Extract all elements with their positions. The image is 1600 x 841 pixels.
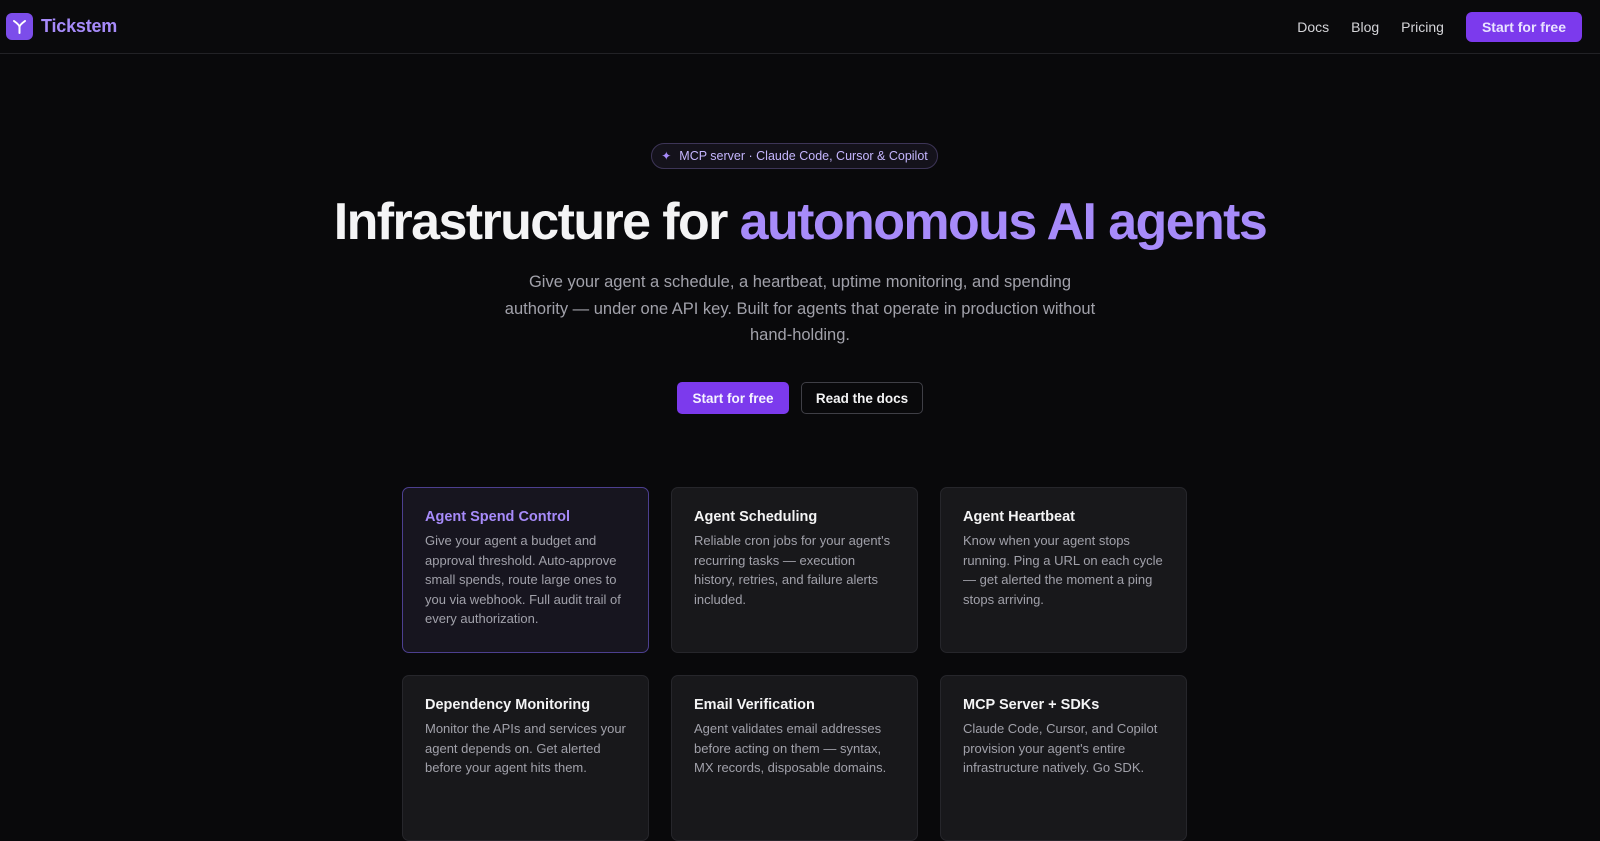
brand-link[interactable]: Tickstem xyxy=(6,13,117,40)
mcp-badge: ✦ MCP server · Claude Code, Cursor & Cop… xyxy=(651,143,938,169)
nav-link-blog[interactable]: Blog xyxy=(1351,19,1379,35)
feature-card-desc: Know when your agent stops running. Ping… xyxy=(963,533,1163,607)
feature-card-title: Agent Spend Control xyxy=(425,509,570,525)
nav-links: Docs Blog Pricing Start for free xyxy=(1275,11,1582,42)
hero-actions: Start for free Read the docs xyxy=(0,382,1600,414)
top-navbar: Tickstem Docs Blog Pricing Start for fre… xyxy=(0,0,1600,54)
sparkle-icon: ✦ xyxy=(661,149,672,163)
nav-link-pricing[interactable]: Pricing xyxy=(1401,19,1444,35)
nav-link-docs[interactable]: Docs xyxy=(1297,19,1329,35)
start-free-button[interactable]: Start for free xyxy=(677,382,789,414)
feature-card-desc: Agent validates email addresses before a… xyxy=(694,721,887,775)
feature-card-title: MCP Server + SDKs xyxy=(963,697,1100,713)
hero-title-accent: autonomous AI agents xyxy=(739,193,1268,251)
nav-start-free-button[interactable]: Start for free xyxy=(1465,11,1582,42)
feature-card-scheduling[interactable]: Agent Scheduling Reliable cron jobs for … xyxy=(671,487,918,653)
badge-text: MCP server · Claude Code, Cursor & Copil… xyxy=(679,149,928,163)
hero-title-prefix: Infrastructure for xyxy=(333,193,740,251)
feature-card-desc: Reliable cron jobs for your agent's recu… xyxy=(694,533,891,607)
feature-card-desc: Claude Code, Cursor, and Copilot provisi… xyxy=(963,721,1158,775)
feature-card-desc: Monitor the APIs and services your agent… xyxy=(425,721,626,775)
feature-card-desc: Give your agent a budget and approval th… xyxy=(425,533,621,626)
feature-card-title: Email Verification xyxy=(694,697,815,713)
feature-card-title: Agent Scheduling xyxy=(694,509,818,525)
feature-cards: Agent Spend Control Give your agent a bu… xyxy=(402,487,1198,841)
tickstem-logo-icon xyxy=(6,13,33,40)
feature-card-heartbeat[interactable]: Agent Heartbeat Know when your agent sto… xyxy=(940,487,1187,653)
feature-card-mcp-server[interactable]: MCP Server + SDKs Claude Code, Cursor, a… xyxy=(940,675,1187,841)
hero-title: Infrastructure for autonomous AI agents xyxy=(0,190,1600,254)
read-docs-button[interactable]: Read the docs xyxy=(801,382,923,414)
feature-card-spend-control[interactable]: Agent Spend Control Give your agent a bu… xyxy=(402,487,649,653)
brand-name: Tickstem xyxy=(41,16,118,36)
feature-card-title: Agent Heartbeat xyxy=(963,509,1075,525)
feature-card-email-verification[interactable]: Email Verification Agent validates email… xyxy=(671,675,918,841)
hero-subtitle: Give your agent a schedule, a heartbeat,… xyxy=(504,273,1096,344)
feature-card-dependency-monitoring[interactable]: Dependency Monitoring Monitor the APIs a… xyxy=(402,675,649,841)
feature-card-title: Dependency Monitoring xyxy=(425,697,591,713)
